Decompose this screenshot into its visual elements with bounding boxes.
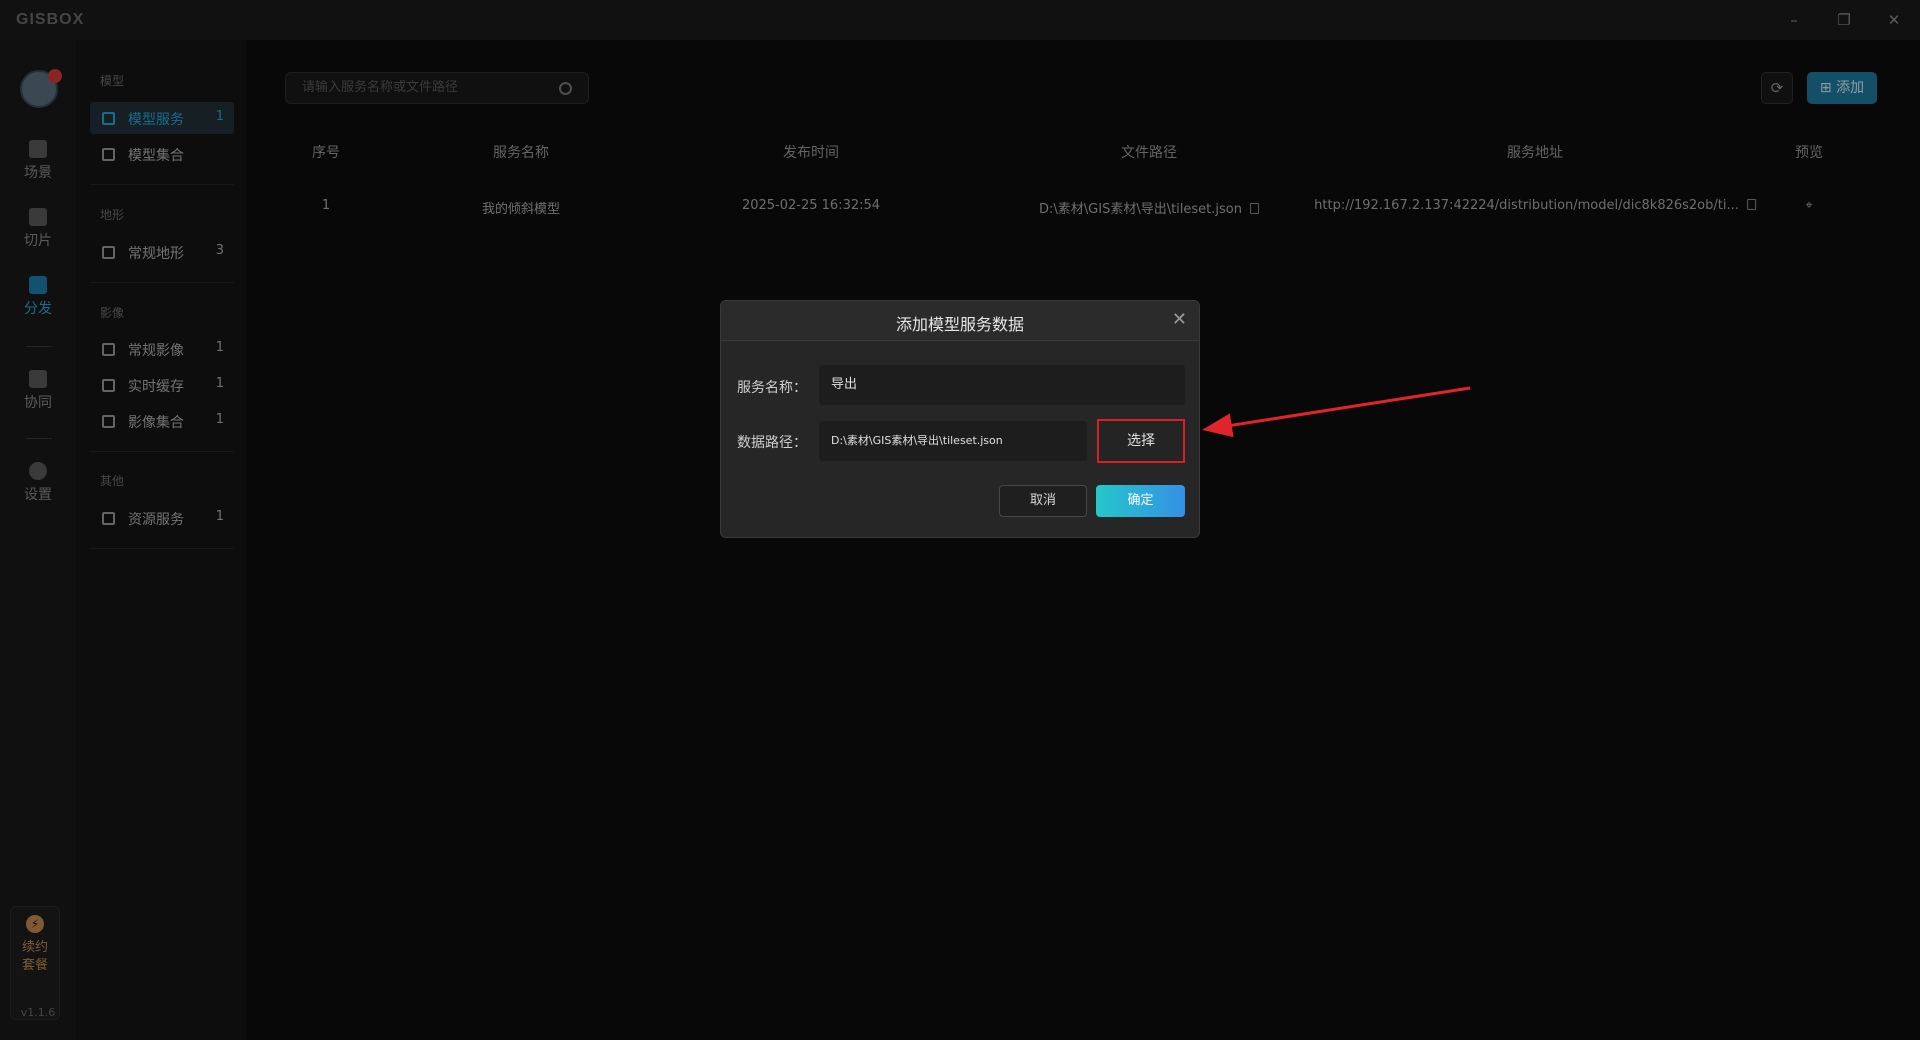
data-path-label: 数据路径：	[737, 435, 807, 451]
choose-button[interactable]: 选择	[1097, 419, 1185, 463]
add-model-service-dialog: 添加模型服务数据 ✕ 服务名称： 导出 数据路径： D:\素材\GIS素材\导出…	[720, 300, 1200, 538]
dialog-header: 添加模型服务数据 ✕	[721, 301, 1199, 341]
close-icon[interactable]: ✕	[1172, 309, 1187, 330]
confirm-button[interactable]: 确定	[1096, 485, 1185, 517]
service-name-field[interactable]: 导出	[819, 365, 1185, 405]
data-path-field[interactable]: D:\素材\GIS素材\导出\tileset.json	[819, 421, 1087, 461]
cancel-button[interactable]: 取消	[999, 485, 1087, 517]
service-name-label: 服务名称：	[737, 380, 807, 396]
dialog-title: 添加模型服务数据	[895, 315, 1024, 334]
